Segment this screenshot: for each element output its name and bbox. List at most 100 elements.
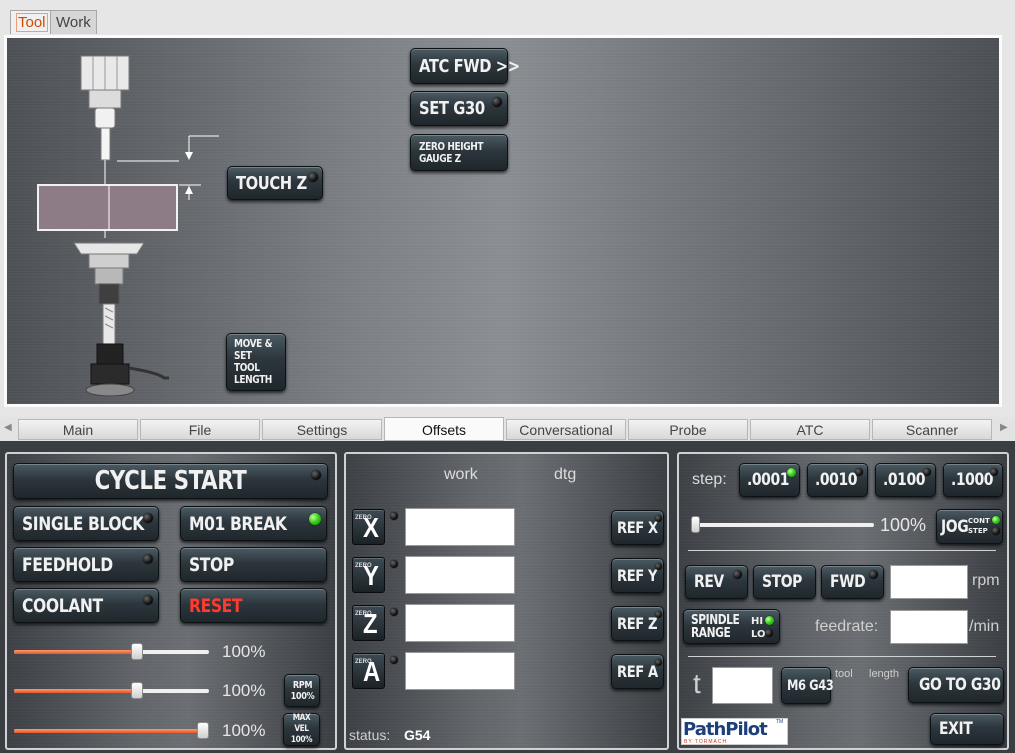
ref-x-led (655, 515, 662, 522)
max-velocity-slider[interactable] (14, 722, 209, 739)
tab-scanner[interactable]: Scanner (872, 419, 992, 440)
axis-a-letter: A (363, 656, 381, 687)
ref-z-button[interactable]: REF Z (611, 606, 664, 641)
axis-x-led (390, 512, 398, 520)
spindle-override-slider[interactable] (14, 682, 209, 699)
single-block-button[interactable]: SINGLE BLOCK (13, 506, 159, 541)
feedrate-label: feedrate: (815, 618, 879, 635)
step-1000-button[interactable]: .1000 (943, 463, 1003, 497)
max-vel-100-button[interactable]: MAX VEL 100% (283, 713, 320, 746)
rpm-field[interactable] (890, 565, 968, 599)
feedrate-field[interactable] (890, 610, 968, 644)
tab-work[interactable]: Work (50, 10, 97, 34)
zero-y-button[interactable]: ZERO Y (352, 557, 385, 593)
step-0001-button[interactable]: .0001 (739, 463, 800, 497)
ref-y-led (655, 563, 662, 570)
cycle-start-button[interactable]: CYCLE START (13, 463, 328, 499)
tab-settings[interactable]: Settings (262, 419, 382, 440)
spindle-fwd-button[interactable]: FWD (821, 565, 884, 599)
feedhold-button[interactable]: FEEDHOLD (13, 547, 159, 582)
feed-override-knob[interactable] (130, 643, 143, 660)
coolant-label: COOLANT (22, 594, 103, 617)
step-0010-button[interactable]: .0010 (807, 463, 868, 497)
zero-height-gauge-label: ZERO HEIGHT GAUGE Z (419, 140, 484, 165)
move-set-tool-length-button[interactable]: MOVE & SET TOOL LENGTH (226, 333, 286, 391)
atc-fwd-button[interactable]: ATC FWD >> (410, 48, 520, 84)
atc-fwd-label: ATC FWD >> (419, 55, 520, 77)
max-vel-100-label: MAX VEL 100% (287, 713, 316, 746)
tab-conversational[interactable]: Conversational (506, 419, 626, 440)
feedhold-label: FEEDHOLD (22, 553, 113, 576)
zero-z-button[interactable]: ZERO Z (352, 605, 385, 641)
zero-a-button[interactable]: ZERO A (352, 653, 385, 689)
main-notebook-tabs: ◀ Main File Settings Offsets Conversatio… (0, 417, 1015, 441)
cycle-start-label: CYCLE START (94, 466, 247, 496)
ref-a-button[interactable]: REF A (611, 654, 664, 689)
spindle-rev-button[interactable]: REV (685, 565, 748, 599)
touch-z-button[interactable]: TOUCH Z (227, 166, 323, 200)
zero-x-button[interactable]: ZERO X (352, 509, 385, 545)
spindle-stop-button[interactable]: STOP (753, 565, 816, 599)
ref-y-button[interactable]: REF Y (611, 558, 664, 593)
dro-z-field[interactable] (405, 604, 515, 642)
reset-button[interactable]: RESET (180, 588, 327, 623)
exit-button[interactable]: EXIT (930, 713, 1004, 745)
axis-z-letter: Z (363, 608, 378, 639)
tab-main[interactable]: Main (18, 419, 138, 440)
jog-speed-slider[interactable] (691, 516, 874, 533)
spindle-range-label: SPINDLE RANGE (691, 614, 740, 640)
spindle-range-button[interactable]: SPINDLE RANGE HI LO (683, 609, 780, 644)
jog-mode-button[interactable]: JOG CONT STEP (936, 509, 1003, 544)
ref-x-button[interactable]: REF X (611, 510, 664, 545)
m01-break-led (309, 513, 321, 525)
tab-file[interactable]: File (140, 419, 260, 440)
rpm-100-button[interactable]: RPM 100% (284, 674, 320, 707)
fwd-led (869, 570, 878, 579)
dro-dtg-header: dtg (554, 466, 577, 483)
go-to-g30-button[interactable]: GO TO G30 (908, 667, 1004, 703)
axis-z-led (390, 608, 398, 616)
step-0100-button[interactable]: .0100 (875, 463, 936, 497)
zero-height-gauge-z-button[interactable]: ZERO HEIGHT GAUGE Z (410, 134, 508, 171)
rev-label: REV (694, 572, 724, 592)
zero-x-label: ZERO (355, 515, 372, 521)
tab-atc[interactable]: ATC (750, 419, 870, 440)
jog-step-led (992, 527, 1000, 535)
set-g30-button[interactable]: SET G30 (410, 91, 508, 126)
logo-text: PathPilot (683, 719, 768, 740)
tool-t-label: t (693, 668, 701, 699)
m01-break-button[interactable]: M01 BREAK (180, 506, 327, 541)
jog-speed-knob[interactable] (691, 516, 700, 533)
spindle-override-knob[interactable] (130, 682, 143, 699)
m6-g43-button[interactable]: M6 G43 (781, 667, 834, 704)
logo-tm: TM (776, 719, 784, 725)
feed-override-fill (14, 650, 137, 654)
jog-mode-labels: CONT STEP (968, 516, 990, 536)
tool-number-field[interactable] (712, 667, 773, 704)
tab-probe-label: Probe (669, 422, 707, 438)
cycle-start-led (311, 470, 321, 480)
tool-work-notebook: Tool Work TOUCH Z ATC FWD >> SET G30 ZER… (0, 0, 1015, 418)
dro-y-field[interactable] (405, 556, 515, 594)
jog-cont-led (992, 516, 1000, 524)
jog-step-label: STEP (968, 527, 988, 535)
step-0010-label: .0010 (815, 470, 858, 490)
step-1000-label: .1000 (951, 470, 994, 490)
max-velocity-knob[interactable] (197, 722, 209, 739)
zero-a-label: ZERO (355, 659, 372, 665)
tab-offsets[interactable]: Offsets (384, 417, 504, 441)
spindle-stop-label: STOP (762, 572, 802, 592)
m01-break-label: M01 BREAK (189, 512, 287, 535)
feed-override-slider[interactable] (14, 643, 209, 660)
ref-x-label: REF X (617, 518, 658, 537)
stop-button[interactable]: STOP (180, 547, 327, 582)
dro-x-field[interactable] (405, 508, 515, 546)
tab-probe[interactable]: Probe (628, 419, 748, 440)
tab-scroll-right-icon[interactable]: ▶ (1000, 422, 1008, 433)
dro-a-field[interactable] (405, 652, 515, 690)
divider-2 (688, 656, 996, 657)
tab-conversational-label: Conversational (519, 422, 613, 438)
tab-scroll-left-icon[interactable]: ◀ (4, 422, 12, 433)
tab-tool[interactable]: Tool (10, 10, 54, 34)
coolant-button[interactable]: COOLANT (13, 588, 159, 623)
